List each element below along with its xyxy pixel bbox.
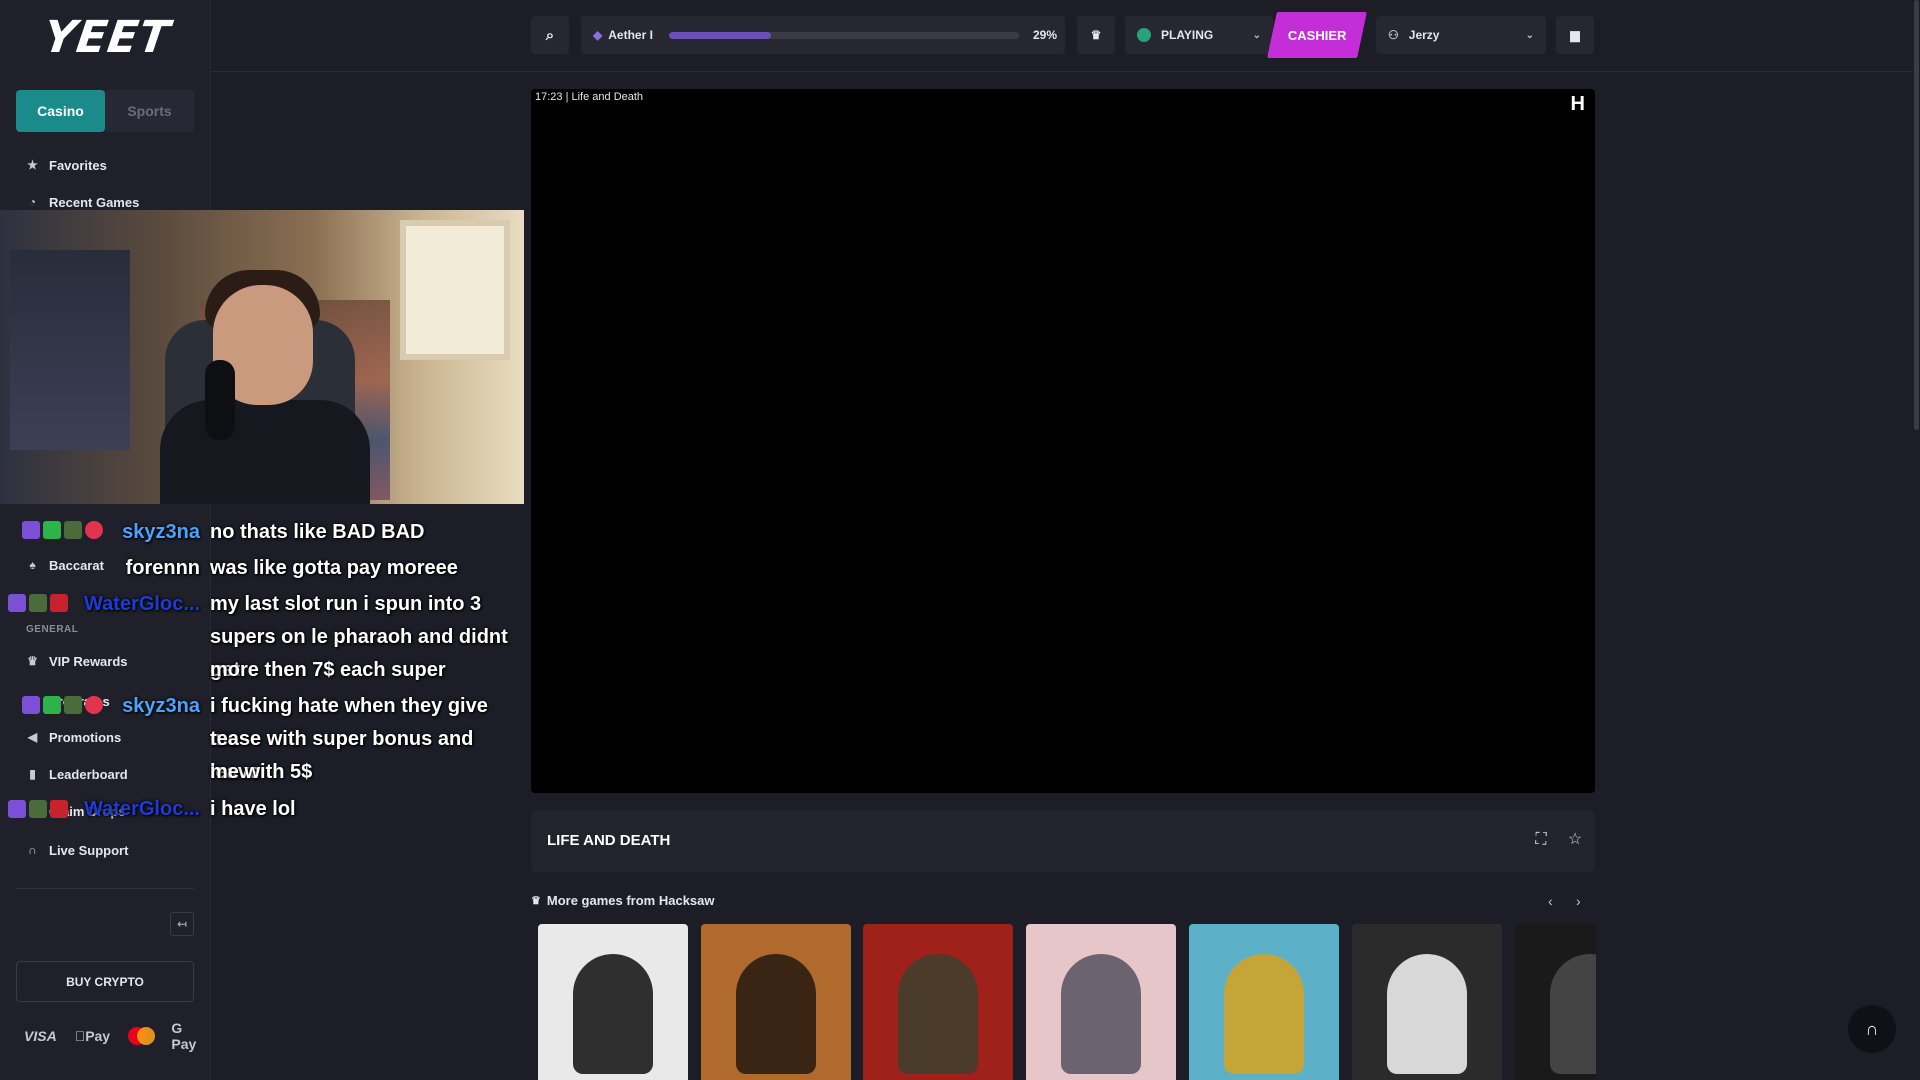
game-art: [1387, 954, 1467, 1074]
vip-level-progress[interactable]: ◆ Aether I 29%: [581, 16, 1065, 54]
sidebar-item-recent-games[interactable]: ◔ Recent Games: [26, 195, 139, 210]
chevron-down-icon: ⌄: [1525, 29, 1534, 41]
sidebar-item-label: Recent Games: [49, 195, 140, 210]
game-thumbnail[interactable]: [538, 924, 688, 1080]
hacksaw-logo: H: [1570, 93, 1585, 115]
vip-progress-bar: [669, 32, 1019, 39]
buy-crypto-button[interactable]: BUY CRYPTO: [16, 961, 194, 1002]
game-art: [1061, 954, 1141, 1074]
game-thumbnail[interactable]: [1026, 924, 1176, 1080]
favorite-star-icon[interactable]: ☆: [1565, 830, 1585, 850]
visa-logo: VISA: [24, 1028, 57, 1044]
crown-icon: ♛: [1090, 28, 1102, 42]
crown-icon: ♛: [531, 895, 541, 907]
chat-text: no thats like BAD BAD: [210, 521, 425, 543]
top-bar: ⌕ ◆ Aether I 29% ♛ PLAYING ⌄ CASHIER ⚇ J…: [211, 0, 1920, 72]
game-art: [573, 954, 653, 1074]
sidebar-divider: [16, 888, 194, 889]
chat-username: skyz3na: [122, 521, 200, 543]
google-pay-logo: G Pay: [161, 1020, 202, 1052]
star-icon: ★: [27, 158, 38, 172]
tab-sports[interactable]: Sports: [105, 90, 194, 132]
game-iframe[interactable]: 17:23 | Life and Death H: [531, 89, 1595, 793]
user-menu[interactable]: ⚇ Jerzy ⌄: [1376, 16, 1546, 54]
sidebar-item-favorites[interactable]: ★ Favorites: [26, 158, 107, 173]
live-support-button[interactable]: ∩: [1848, 1005, 1896, 1053]
cashier-label: CASHIER: [1287, 27, 1347, 43]
collapse-icon: ↤: [176, 917, 188, 931]
vip-progress-percent: 29%: [1032, 28, 1057, 42]
game-frame-caption: 17:23 | Life and Death: [535, 91, 644, 103]
vip-level-name: Aether I: [608, 28, 653, 42]
username: Jerzy: [1408, 28, 1440, 42]
game-info-bar: LIFE AND DEATH ⛶ ☆: [531, 810, 1595, 872]
fullscreen-icon[interactable]: ⛶: [1531, 830, 1551, 850]
chat-text: was like gotta pay moreee: [210, 557, 458, 579]
vip-level-icon: ◆: [593, 28, 603, 42]
chat-text: me with 5$: [210, 761, 313, 783]
game-thumbnail[interactable]: [863, 924, 1013, 1080]
vip-button[interactable]: ♛: [1077, 16, 1115, 54]
game-thumbnail[interactable]: [1352, 924, 1502, 1080]
sidebar-item-live-support[interactable]: ∩ Live Support: [26, 843, 128, 858]
chat-text: more then 7$ each super: [210, 659, 446, 681]
game-title: LIFE AND DEATH: [547, 832, 671, 849]
scrollbar-thumb[interactable]: [1914, 0, 1919, 430]
payment-methods: VISA Pay G Pay: [24, 1020, 210, 1052]
apple-pay-logo: Pay: [74, 1021, 110, 1044]
search-icon: ⌕: [545, 26, 555, 44]
chat-username: WaterGloc...: [84, 593, 200, 615]
headset-icon: ∩: [1865, 1018, 1879, 1039]
chat-username: skyz3na: [122, 695, 200, 717]
cashier-button[interactable]: CASHIER: [1267, 12, 1367, 58]
carousel-prev-button[interactable]: ‹: [1548, 893, 1553, 909]
collapse-sidebar-button[interactable]: ↤: [170, 912, 194, 936]
sidebar-item-label: Live Support: [49, 843, 129, 858]
chat-message: skyz3na i fucking hate when they give me…: [0, 690, 524, 790]
chat-text: my last slot run i spun into 3: [210, 593, 482, 615]
tab-casino[interactable]: Casino: [16, 90, 105, 132]
sidebar-item-label: Favorites: [49, 158, 107, 173]
casino-sports-toggle: Casino Sports: [16, 90, 194, 132]
yeet-logo[interactable]: YEET: [40, 12, 173, 63]
vip-level: ◆ Aether I: [593, 28, 653, 42]
game-art: [1550, 954, 1596, 1074]
chat-message: WaterGloc... my last slot run i spun int…: [0, 588, 524, 688]
chat-message: forennn was like gotta pay moreee: [0, 552, 524, 585]
history-icon: ◔: [28, 195, 37, 209]
headset-icon: ∩: [28, 843, 37, 857]
game-art: [736, 954, 816, 1074]
user-icon: ⚇: [1388, 28, 1399, 42]
streamer-webcam: [0, 210, 524, 504]
chat-icon: ▆: [1570, 28, 1580, 42]
more-games-heading: ♛ More games from Hacksaw: [531, 893, 715, 908]
vip-progress-fill: [669, 32, 771, 39]
tether-icon: [1137, 28, 1151, 42]
more-games-label: More games from Hacksaw: [546, 893, 715, 908]
currency-selector[interactable]: PLAYING ⌄: [1125, 16, 1273, 54]
carousel-next-button[interactable]: ›: [1576, 893, 1581, 909]
chat-message: skyz3na no thats like BAD BAD: [0, 516, 524, 549]
playing-label: PLAYING: [1161, 28, 1214, 42]
chat-button[interactable]: ▆: [1556, 16, 1594, 54]
game-thumbnail[interactable]: [1189, 924, 1339, 1080]
game-art: [1224, 954, 1304, 1074]
chat-username: WaterGloc...: [84, 798, 200, 820]
game-carousel: [538, 924, 1596, 1080]
game-thumbnail[interactable]: [701, 924, 851, 1080]
chat-message: WaterGloc... i have lol: [0, 793, 524, 826]
chat-text: i have lol: [210, 798, 296, 820]
game-thumbnail[interactable]: [1515, 924, 1596, 1080]
chat-username: forennn: [125, 557, 200, 579]
search-button[interactable]: ⌕: [531, 16, 569, 54]
mastercard-logo: [128, 1027, 156, 1045]
game-art: [898, 954, 978, 1074]
chevron-down-icon: ⌄: [1252, 29, 1261, 41]
